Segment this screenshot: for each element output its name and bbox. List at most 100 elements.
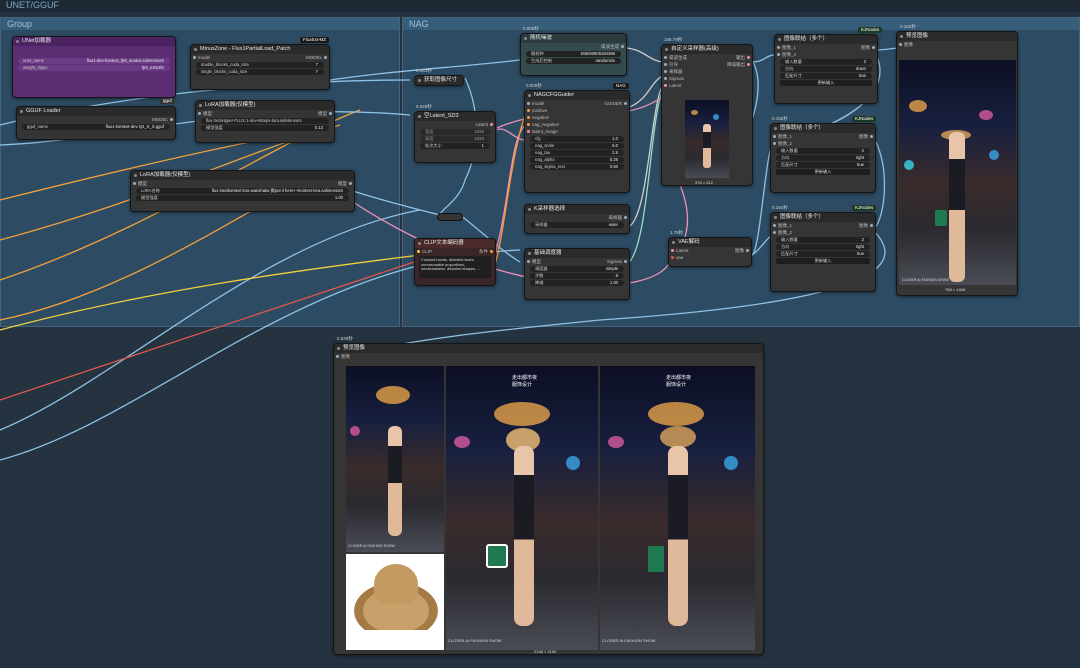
stitch2-in-1[interactable]: 图像_1 图像 <box>771 133 875 140</box>
cs-in-guider[interactable]: 引导 降噪输出 <box>662 61 752 68</box>
lora2-strength-widget[interactable]: 模型强度 1.00 <box>136 195 349 201</box>
sampler-output[interactable]: 采样器 <box>525 214 629 221</box>
stitch3-in-1[interactable]: 图像_1 图像 <box>771 222 875 229</box>
nag-cfg-widget[interactable]: cfg 1.0 <box>530 136 624 142</box>
scheduler-io-row[interactable]: 模型 Sigmas <box>525 258 629 265</box>
gguf-output-model[interactable]: MODEL <box>17 116 175 123</box>
noise-seed-widget[interactable]: 随机种 169290806184396 <box>526 51 621 57</box>
single-blocks-widget[interactable]: single_blocks_cuda_size 7 <box>196 69 324 75</box>
clip-text-encode-title[interactable]: CLIP文本编码器 <box>415 239 495 248</box>
image-stitch-2-node[interactable]: 图像联结（多个） 图像_1 图像 图像_2 输入数量 2 方向 right 匹配尺寸 t… <box>770 123 876 193</box>
double-blocks-widget[interactable]: double_blocks_cuda_size 7 <box>196 62 324 68</box>
latent-width-widget[interactable]: 宽度 1024 <box>420 129 490 135</box>
nag-input-latent[interactable]: latent_image <box>525 128 629 135</box>
clip-text-encode-node[interactable]: CLIP文本编码器 CLIP 条件 Crooked hands, distorte… <box>414 238 496 286</box>
image-stitch-3-title[interactable]: 图像联结（多个） <box>771 213 875 222</box>
ksampler-select-node[interactable]: K采样器选择 采样器 采样器 euler <box>524 204 630 234</box>
get-image-size-node[interactable]: 获取图像尺寸 <box>414 75 464 86</box>
nag-guider-title[interactable]: NAGCFGGuider <box>525 91 629 100</box>
nag-alpha-widget[interactable]: nag_alpha 0.25 <box>530 157 624 163</box>
minus-zone-node[interactable]: MinusZone - Flux1PartialLoad_Patch model… <box>190 44 330 90</box>
clip-io-row[interactable]: CLIP 条件 <box>415 248 495 255</box>
vae-in-vae[interactable]: vae <box>669 254 751 261</box>
image-stitch-3-node[interactable]: 图像联结（多个） 图像_1 图像 图像_2 输入数量 2 方向 right 匹配尺寸 t… <box>770 212 876 292</box>
ksampler-select-title[interactable]: K采样器选择 <box>525 205 629 214</box>
nag-input-nag-negative[interactable]: nag_negative <box>525 121 629 128</box>
lora2-name-widget[interactable]: LoRA名称 flux lora\kontext lora wanxhaka 换p… <box>136 188 349 194</box>
unet-loader-node[interactable]: UNet加载器 unet_name flux1-dev-kontext_fp8_s… <box>12 36 176 98</box>
lora-loader-2-node[interactable]: LoRA加载器(仅模型) 模型 模型 LoRA名称 flux lora\kontex… <box>130 170 355 212</box>
random-noise-node[interactable]: 随机噪波 噪波生成 随机种 169290806184396 生成后控制 random… <box>520 33 627 76</box>
nag-input-positive[interactable]: positive <box>525 107 629 114</box>
stitch1-match-widget[interactable]: 匹配尺寸 true <box>780 73 872 79</box>
nag-sigma-end-widget[interactable]: nag_sigma_end 0.50 <box>530 164 624 170</box>
preview-image-right-node[interactable]: 预览图像 图像 CLOSER AI FASHION SHOW 768 × 140… <box>896 31 1018 296</box>
basic-scheduler-title[interactable]: 基础调度器 <box>525 249 629 258</box>
latent-output[interactable]: Latent <box>415 121 495 128</box>
preview-image-bottom-node[interactable]: 预览图像 图像 CLOSER AI FASHION SHOW 走出都市夜 服饰设… <box>333 343 764 655</box>
gguf-loader-node[interactable]: GGUF Loader MODEL gguf_name flux1-kontext… <box>16 106 176 140</box>
nag-input-negative[interactable]: negative <box>525 114 629 121</box>
gguf-name-widget[interactable]: gguf_name flux1-kontext-dev-Q4_K_S.gguf <box>22 124 170 130</box>
get-image-size-title[interactable]: 获取图像尺寸 <box>415 76 463 85</box>
lora1-name-widget[interactable]: flux lora\Hyper-FLUX.1-dev-8steps-lora.s… <box>201 118 329 124</box>
custom-sampler-node[interactable]: 自定义采样器(高级) 噪波生成 输出 引导 降噪输出 采样器 Sigmas Late… <box>661 44 753 186</box>
gguf-loader-title[interactable]: GGUF Loader <box>17 107 175 116</box>
lora-loader-1-node[interactable]: LoRA加载器(仅模型) 模型 模型 flux lora\Hyper-FLUX.1… <box>195 100 335 143</box>
nag-input-model[interactable]: model GUIDER <box>525 100 629 107</box>
stitch3-in-2[interactable]: 图像_2 <box>771 229 875 236</box>
basic-scheduler-node[interactable]: 基础调度器 模型 Sigmas 调度器 simple 步数 8 降噪 1.00 <box>524 248 630 300</box>
stitch2-direction-widget[interactable]: 方向 right <box>776 155 870 161</box>
random-noise-title[interactable]: 随机噪波 <box>521 34 626 43</box>
preview-right-input[interactable]: 图像 <box>897 41 1017 48</box>
lora2-io-row[interactable]: 模型 模型 <box>131 180 354 187</box>
scheduler-denoise-widget[interactable]: 降噪 1.00 <box>530 280 624 286</box>
sampler-name-widget[interactable]: 采样器 euler <box>530 222 624 228</box>
image-stitch-1-title[interactable]: 图像联结（多个） <box>775 35 877 44</box>
preview-bottom-input[interactable]: 图像 <box>334 353 763 360</box>
preview-right-title[interactable]: 预览图像 <box>897 32 1017 41</box>
nag-tau-widget[interactable]: nag_tau 2.5 <box>530 150 624 156</box>
stitch2-in-2[interactable]: 图像_2 <box>771 140 875 147</box>
stitch1-in-2[interactable]: 图像_2 <box>775 51 877 58</box>
minus-zone-title[interactable]: MinusZone - Flux1PartialLoad_Patch <box>191 45 329 54</box>
cs-in-noise[interactable]: 噪波生成 输出 <box>662 54 752 61</box>
noise-output[interactable]: 噪波生成 <box>521 43 626 50</box>
stitch1-count-widget[interactable]: 输入数量 2 <box>780 59 872 65</box>
cs-in-latent[interactable]: Latent <box>662 82 752 89</box>
lora-loader-2-title[interactable]: LoRA加载器(仅模型) <box>131 171 354 180</box>
cs-in-sigmas[interactable]: Sigmas <box>662 75 752 82</box>
vae-in-latent[interactable]: Latent 图像 <box>669 247 751 254</box>
scheduler-steps-widget[interactable]: 步数 8 <box>530 273 624 279</box>
unet-loader-title[interactable]: UNet加载器 <box>13 37 175 46</box>
scheduler-type-widget[interactable]: 调度器 simple <box>530 266 624 272</box>
clip-prompt-textarea[interactable]: Crooked hands, distorted faces, unreason… <box>419 256 491 278</box>
stitch1-update-button[interactable]: 更新输入 <box>780 80 872 86</box>
custom-sampler-title[interactable]: 自定义采样器(高级) <box>662 45 752 54</box>
reroute-node[interactable] <box>437 213 463 221</box>
noise-control-widget[interactable]: 生成后控制 randomize <box>526 58 621 64</box>
stitch2-count-widget[interactable]: 输入数量 2 <box>776 148 870 154</box>
unet-name-widget[interactable]: unet_name flux1-dev-kontext_fp8_scaled.sa… <box>18 58 170 64</box>
stitch3-update-button[interactable]: 更新输入 <box>776 258 870 264</box>
nag-scale-widget[interactable]: nag_scale 5.0 <box>530 143 624 149</box>
empty-latent-node[interactable]: 空Latent_SD3 Latent 宽度 1024 高度 1024 批次大小 1 <box>414 111 496 163</box>
stitch3-match-widget[interactable]: 匹配尺寸 true <box>776 251 870 257</box>
stitch1-direction-widget[interactable]: 方向 down <box>780 66 872 72</box>
lora1-io-row[interactable]: 模型 模型 <box>196 110 334 117</box>
latent-height-widget[interactable]: 高度 1024 <box>420 136 490 142</box>
image-stitch-1-node[interactable]: 图像联结（多个） 图像_1 图像 图像_2 输入数量 2 方向 down 匹配尺寸 tr… <box>774 34 878 104</box>
workflow-canvas[interactable]: UNET/GGUF Group NAG UNet加载器 unet_name fl… <box>0 0 1080 668</box>
minus-io-row[interactable]: model MODEL <box>191 54 329 61</box>
stitch3-direction-widget[interactable]: 方向 right <box>776 244 870 250</box>
empty-latent-title[interactable]: 空Latent_SD3 <box>415 112 495 121</box>
lora1-strength-widget[interactable]: 模型强度 0.13 <box>201 125 329 131</box>
lora-loader-1-title[interactable]: LoRA加载器(仅模型) <box>196 101 334 110</box>
cs-in-sampler[interactable]: 采样器 <box>662 68 752 75</box>
latent-batch-widget[interactable]: 批次大小 1 <box>420 143 490 149</box>
stitch2-match-widget[interactable]: 匹配尺寸 true <box>776 162 870 168</box>
vae-decode-title[interactable]: VAE解码 <box>669 238 751 247</box>
stitch1-in-1[interactable]: 图像_1 图像 <box>775 44 877 51</box>
preview-bottom-title[interactable]: 预览图像 <box>334 344 763 353</box>
vae-decode-node[interactable]: VAE解码 Latent 图像 vae <box>668 237 752 267</box>
